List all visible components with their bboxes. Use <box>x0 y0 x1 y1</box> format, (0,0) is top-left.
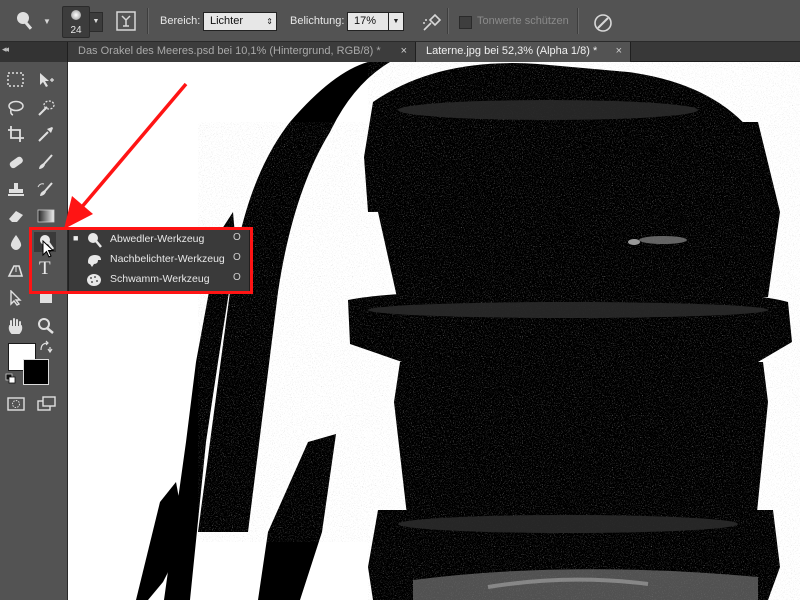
close-icon[interactable]: × <box>616 42 622 61</box>
tab-orakel[interactable]: Das Orakel des Meeres.psd bei 10,1% (Hin… <box>68 42 416 62</box>
dodge-icon <box>86 232 102 248</box>
flyout-item-dodge[interactable]: ■ Abwedler-Werkzeug O <box>69 230 251 250</box>
flyout-item-sponge[interactable]: Schwamm-Werkzeug O <box>69 270 251 290</box>
exposure-input[interactable]: 17% <box>347 12 389 31</box>
close-icon[interactable]: × <box>401 42 407 61</box>
healing-brush-icon[interactable] <box>4 152 26 172</box>
zoom-icon[interactable] <box>34 316 56 336</box>
dodge-tool-flyout: ■ Abwedler-Werkzeug O Nachbelichter-Werk… <box>68 228 250 292</box>
tab-label: Laterne.jpg bei 52,3% (Alpha 1/8) * <box>426 45 598 57</box>
document-canvas[interactable] <box>68 62 800 600</box>
rectangle-icon[interactable] <box>34 288 56 308</box>
toolbox: T <box>0 62 68 600</box>
eyedropper-icon[interactable] <box>34 124 56 144</box>
exposure-label: Belichtung: <box>290 15 345 27</box>
divider <box>577 8 579 34</box>
shortcut-key: O <box>233 232 241 243</box>
background-color-swatch[interactable] <box>23 359 49 385</box>
brush-preset-dropdown[interactable]: ▼ <box>89 12 103 32</box>
move-icon[interactable] <box>34 70 56 90</box>
tab-laterne[interactable]: Laterne.jpg bei 52,3% (Alpha 1/8) * × <box>416 42 631 62</box>
quick-selection-icon[interactable] <box>34 98 56 118</box>
divider <box>147 8 149 34</box>
dodge-tool-icon[interactable] <box>14 10 40 32</box>
tool-preset-dropdown[interactable]: ▼ <box>43 17 51 26</box>
range-value: Lichter <box>210 15 244 27</box>
toolbox-collapse-handle[interactable]: ◂◂ <box>0 42 68 62</box>
mouse-cursor-icon <box>42 240 55 258</box>
default-colors-icon[interactable] <box>2 371 24 391</box>
shortcut-key: O <box>233 272 241 283</box>
collapse-arrows-icon: ◂◂ <box>2 44 9 54</box>
range-select[interactable]: Lichter ⇕ <box>203 12 277 31</box>
marquee-icon[interactable] <box>4 70 26 90</box>
exposure-value: 17% <box>354 15 377 27</box>
brush-preset-picker[interactable]: 24 <box>62 6 90 38</box>
history-brush-icon[interactable] <box>34 180 56 200</box>
brush-icon[interactable] <box>34 152 56 172</box>
up-down-arrows-icon: ⇕ <box>266 17 273 26</box>
exposure-slider-dropdown[interactable]: ▼ <box>388 12 404 31</box>
options-bar: ▼ 24 ▼ Bereich: Lichter ⇕ Belichtung: 17… <box>0 0 800 42</box>
brush-tip-icon <box>71 10 81 20</box>
pressure-size-icon[interactable] <box>590 11 612 32</box>
pen-icon[interactable] <box>4 260 26 280</box>
lantern-image <box>136 62 800 600</box>
burn-icon <box>86 252 102 268</box>
flyout-item-label: Schwamm-Werkzeug <box>110 273 210 285</box>
tab-label: Das Orakel des Meeres.psd bei 10,1% (Hin… <box>78 45 381 57</box>
lasso-icon[interactable] <box>4 98 26 118</box>
hand-icon[interactable] <box>4 316 26 336</box>
flyout-item-label: Nachbelichter-Werkzeug <box>110 253 225 265</box>
brush-panel-toggle[interactable] <box>116 11 136 31</box>
selected-bullet: ■ <box>73 233 79 243</box>
flyout-item-label: Abwedler-Werkzeug <box>110 233 205 245</box>
protect-tones-label: Tonwerte schützen <box>477 15 569 27</box>
gradient-icon[interactable] <box>34 206 56 226</box>
type-glyph: T <box>39 258 51 279</box>
sponge-icon <box>86 272 102 288</box>
path-selection-icon[interactable] <box>4 288 26 308</box>
screen-mode-icon[interactable] <box>34 394 56 414</box>
quick-mask-icon[interactable] <box>4 394 26 414</box>
range-label: Bereich: <box>160 15 201 27</box>
flyout-item-burn[interactable]: Nachbelichter-Werkzeug O <box>69 250 251 270</box>
clone-stamp-icon[interactable] <box>4 180 26 200</box>
divider <box>447 8 449 34</box>
swap-colors-icon[interactable] <box>36 338 58 358</box>
crop-icon[interactable] <box>4 124 26 144</box>
brush-size: 24 <box>70 25 82 36</box>
blur-icon[interactable] <box>4 232 26 252</box>
protect-tones-checkbox[interactable] <box>459 16 472 29</box>
type-icon[interactable]: T <box>34 258 56 280</box>
eraser-icon[interactable] <box>4 206 26 226</box>
airbrush-icon[interactable] <box>418 10 442 31</box>
shortcut-key: O <box>233 252 241 263</box>
document-tab-bar: Das Orakel des Meeres.psd bei 10,1% (Hin… <box>0 42 800 62</box>
